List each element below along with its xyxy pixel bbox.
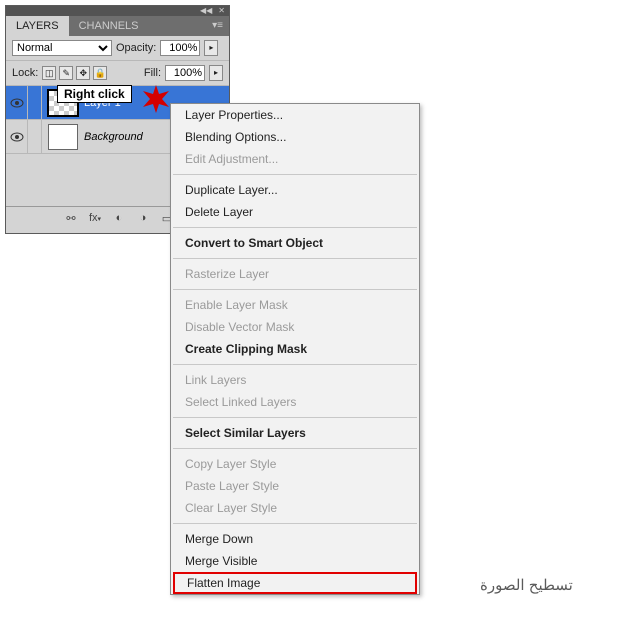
fill-label: Fill: bbox=[144, 67, 161, 79]
menu-separator bbox=[173, 523, 417, 524]
menu-select-linked-layers: Select Linked Layers bbox=[171, 391, 419, 413]
fill-input[interactable] bbox=[165, 65, 205, 81]
close-icon[interactable]: ✕ bbox=[218, 7, 225, 15]
tab-channels[interactable]: CHANNELS bbox=[69, 16, 149, 36]
collapse-icon[interactable]: ◀◀ bbox=[200, 7, 212, 15]
eye-icon bbox=[10, 98, 24, 108]
panel-menu-icon[interactable]: ▾≡ bbox=[206, 16, 229, 36]
menu-separator bbox=[173, 174, 417, 175]
eye-icon bbox=[10, 132, 24, 142]
menu-select-similar-layers[interactable]: Select Similar Layers bbox=[171, 422, 419, 444]
blend-mode-select[interactable]: Normal bbox=[12, 40, 112, 56]
tab-layers[interactable]: LAYERS bbox=[6, 16, 69, 36]
panel-tabs: LAYERS CHANNELS ▾≡ bbox=[6, 16, 229, 36]
menu-separator bbox=[173, 258, 417, 259]
arabic-caption: تسطيح الصورة bbox=[480, 576, 573, 594]
menu-layer-properties[interactable]: Layer Properties... bbox=[171, 104, 419, 126]
lock-label: Lock: bbox=[12, 67, 38, 79]
menu-blending-options[interactable]: Blending Options... bbox=[171, 126, 419, 148]
menu-merge-down[interactable]: Merge Down bbox=[171, 528, 419, 550]
lock-transparency-icon[interactable]: ◫ bbox=[42, 66, 56, 80]
menu-edit-adjustment: Edit Adjustment... bbox=[171, 148, 419, 170]
menu-delete-layer[interactable]: Delete Layer bbox=[171, 201, 419, 223]
starburst-icon bbox=[142, 85, 170, 113]
menu-separator bbox=[173, 227, 417, 228]
link-column bbox=[28, 120, 42, 153]
menu-separator bbox=[173, 448, 417, 449]
layer-context-menu: Layer Properties... Blending Options... … bbox=[170, 103, 420, 595]
menu-separator bbox=[173, 289, 417, 290]
lock-all-icon[interactable]: 🔒 bbox=[93, 66, 107, 80]
visibility-toggle[interactable] bbox=[6, 120, 28, 153]
adjustment-layer-icon[interactable]: ◑ bbox=[135, 212, 151, 228]
lock-pixels-icon[interactable]: ✎ bbox=[59, 66, 73, 80]
link-column bbox=[28, 86, 42, 119]
menu-flatten-image[interactable]: Flatten Image bbox=[173, 572, 417, 594]
lock-position-icon[interactable]: ✥ bbox=[76, 66, 90, 80]
panel-titlebar: ◀◀ ✕ bbox=[6, 6, 229, 16]
blend-opacity-row: Normal Opacity: ▸ bbox=[6, 36, 229, 61]
menu-disable-vector-mask: Disable Vector Mask bbox=[171, 316, 419, 338]
menu-paste-layer-style: Paste Layer Style bbox=[171, 475, 419, 497]
visibility-toggle[interactable] bbox=[6, 86, 28, 119]
layer-style-icon[interactable]: fx▾ bbox=[87, 212, 103, 228]
menu-copy-layer-style: Copy Layer Style bbox=[171, 453, 419, 475]
link-layers-icon[interactable]: ⚯ bbox=[63, 212, 79, 228]
layer-name[interactable]: Background bbox=[84, 131, 143, 143]
menu-clear-layer-style: Clear Layer Style bbox=[171, 497, 419, 519]
menu-separator bbox=[173, 364, 417, 365]
menu-duplicate-layer[interactable]: Duplicate Layer... bbox=[171, 179, 419, 201]
lock-fill-row: Lock: ◫ ✎ ✥ 🔒 Fill: ▸ bbox=[6, 61, 229, 86]
fill-flyout-icon[interactable]: ▸ bbox=[209, 65, 223, 81]
opacity-label: Opacity: bbox=[116, 42, 156, 54]
menu-enable-layer-mask: Enable Layer Mask bbox=[171, 294, 419, 316]
menu-convert-smart-object[interactable]: Convert to Smart Object bbox=[171, 232, 419, 254]
callout-label: Right click bbox=[57, 85, 132, 103]
opacity-input[interactable] bbox=[160, 40, 200, 56]
menu-merge-visible[interactable]: Merge Visible bbox=[171, 550, 419, 572]
menu-rasterize-layer: Rasterize Layer bbox=[171, 263, 419, 285]
layer-mask-icon[interactable]: ◐ bbox=[111, 212, 127, 228]
opacity-flyout-icon[interactable]: ▸ bbox=[204, 40, 218, 56]
menu-create-clipping-mask[interactable]: Create Clipping Mask bbox=[171, 338, 419, 360]
menu-separator bbox=[173, 417, 417, 418]
menu-link-layers: Link Layers bbox=[171, 369, 419, 391]
layer-thumbnail[interactable] bbox=[48, 124, 78, 150]
